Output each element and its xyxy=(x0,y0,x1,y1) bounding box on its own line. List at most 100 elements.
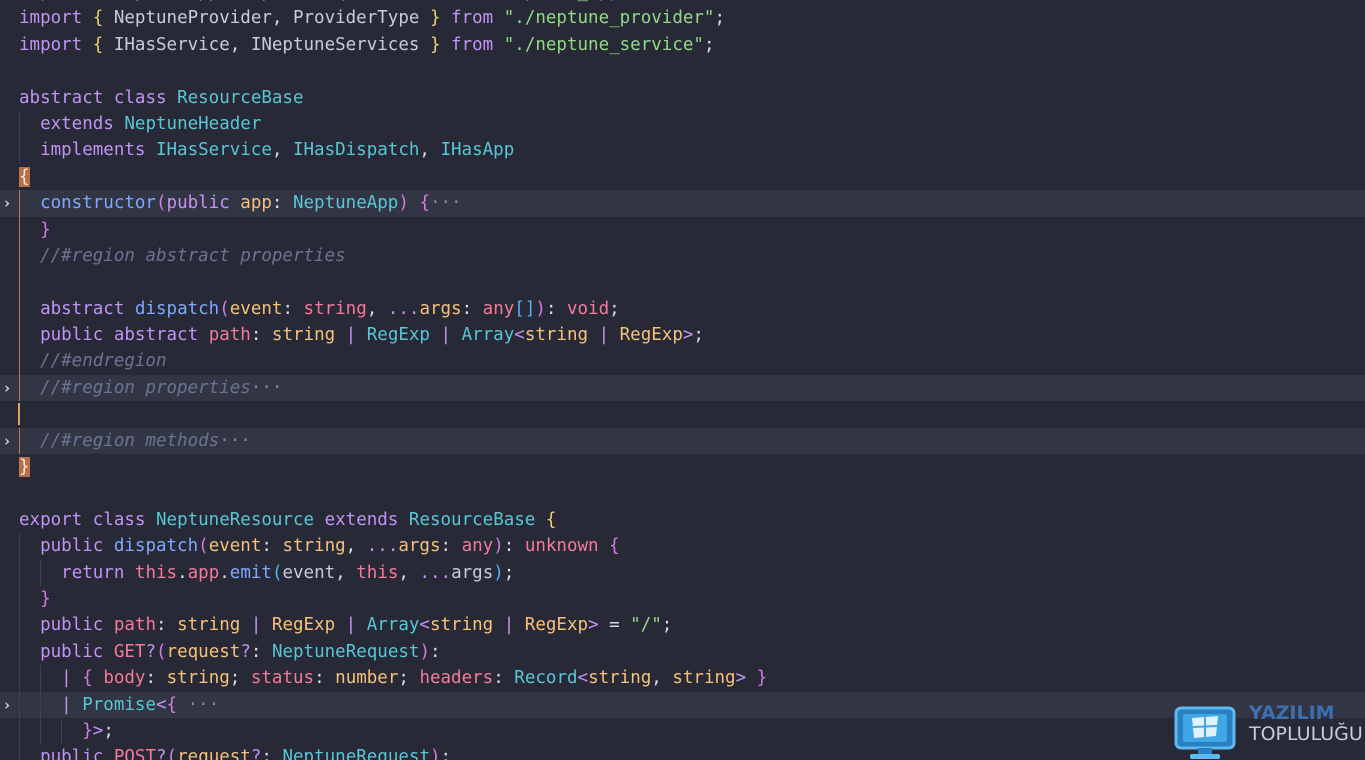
code-text: public POST?(request?: NeptuneRequest): xyxy=(19,744,451,760)
code-line[interactable] xyxy=(0,58,1365,84)
code-token: any xyxy=(461,536,494,557)
fold-chevron-icon[interactable]: › xyxy=(0,190,14,216)
code-text: } xyxy=(19,586,51,612)
code-token: NeptuneRequest xyxy=(282,747,430,760)
code-line[interactable]: //#region abstract properties xyxy=(0,242,1365,270)
code-line[interactable]: abstract dispatch(event: string, ...args… xyxy=(0,295,1365,323)
code-token: : xyxy=(440,747,452,760)
code-token: { xyxy=(419,193,430,214)
code-line[interactable]: } xyxy=(0,216,1365,243)
code-line[interactable]: public POST?(request?: NeptuneRequest): xyxy=(0,744,1365,760)
code-line[interactable] xyxy=(0,480,1365,506)
code-token: public xyxy=(40,536,104,557)
code-token: import xyxy=(19,34,83,55)
code-text: public GET?(request?: NeptuneRequest): xyxy=(19,639,441,665)
code-line[interactable]: › constructor(public app: NeptuneApp) {·… xyxy=(0,190,1365,217)
code-line[interactable]: › //#region properties··· xyxy=(0,374,1365,402)
code-token: void xyxy=(566,298,610,319)
code-line[interactable]: implements IHasService, IHasDispatch, IH… xyxy=(0,137,1365,164)
code-token: args xyxy=(451,562,494,583)
code-token: extends xyxy=(40,113,114,134)
code-token: "/" xyxy=(630,615,662,636)
code-token: //#region properties xyxy=(40,377,251,398)
code-token: { xyxy=(92,34,104,55)
code-token: : xyxy=(250,641,272,662)
code-token: } xyxy=(19,457,30,478)
code-token: ... xyxy=(366,536,399,557)
code-token: implements xyxy=(40,140,146,161)
code-line[interactable]: public path: string | RegExp | Array<str… xyxy=(0,612,1365,639)
code-token: { xyxy=(609,536,620,557)
code-token: from xyxy=(419,0,461,2)
code-token: > xyxy=(92,720,104,741)
code-token: request xyxy=(166,641,241,662)
code-line[interactable]: export class NeptuneResource extends Res… xyxy=(0,507,1365,533)
code-line[interactable]: } xyxy=(0,454,1365,480)
code-token: RegExp xyxy=(366,325,430,346)
code-token: string xyxy=(271,325,336,346)
code-token: NeptuneResource xyxy=(156,509,315,530)
code-token: : xyxy=(261,536,283,557)
code-token: , xyxy=(398,562,420,583)
code-token: ( xyxy=(166,747,178,760)
fold-chevron-icon[interactable]: › xyxy=(0,428,14,454)
code-line[interactable]: › | Promise<{ ··· xyxy=(0,691,1365,718)
code-token: RegExp xyxy=(271,615,336,636)
code-line[interactable] xyxy=(0,269,1365,296)
code-line[interactable]: { xyxy=(0,164,1365,190)
code-token: | xyxy=(61,668,83,689)
code-token: //#endregion xyxy=(40,351,167,372)
code-line[interactable]: abstract class ResourceBase xyxy=(0,85,1365,111)
code-token: //#region abstract properties xyxy=(40,245,346,266)
code-token: { xyxy=(545,509,557,530)
code-token: path xyxy=(113,615,156,636)
code-token: ( xyxy=(271,562,283,583)
code-token: ? xyxy=(240,641,251,662)
code-token: | xyxy=(588,325,620,346)
watermark-logo: YAZILIM TOPLULUĞU xyxy=(1172,698,1365,760)
code-line[interactable]: return this.app.emit(event, this, ...arg… xyxy=(0,559,1365,586)
code-token: } xyxy=(756,668,768,689)
code-token: < xyxy=(514,325,525,346)
code-line[interactable]: }>; xyxy=(0,717,1365,745)
code-line[interactable]: public abstract path: string | RegExp | … xyxy=(0,322,1365,349)
code-token: : xyxy=(430,641,441,662)
code-token: string xyxy=(282,536,346,557)
code-line[interactable] xyxy=(0,401,1365,427)
code-line[interactable]: public dispatch(event: string, ...args: … xyxy=(0,533,1365,560)
code-line[interactable]: import { NeptuneProvider, ProviderType }… xyxy=(0,5,1365,31)
code-token: status xyxy=(250,668,315,689)
code-editor[interactable]: import { NeptuneApp, NeptuneRequest } fr… xyxy=(0,0,1365,760)
code-line[interactable]: } xyxy=(0,585,1365,613)
code-token: app xyxy=(240,193,272,214)
code-token: ... xyxy=(419,562,452,583)
code-line[interactable]: //#endregion xyxy=(0,348,1365,375)
code-text: abstract dispatch(event: string, ...args… xyxy=(19,296,620,322)
code-line[interactable]: import { IHasService, INeptuneServices }… xyxy=(0,32,1365,58)
fold-chevron-icon[interactable]: › xyxy=(0,692,14,718)
code-token: abstract xyxy=(40,298,125,319)
code-line[interactable]: extends NeptuneHeader xyxy=(0,110,1365,138)
code-line[interactable]: › //#region methods··· xyxy=(0,427,1365,455)
code-text: //#region abstract properties xyxy=(19,243,346,269)
code-line[interactable]: | { body: string; status: number; header… xyxy=(0,665,1365,692)
code-token: : xyxy=(261,747,283,760)
code-line[interactable]: public GET?(request?: NeptuneRequest): xyxy=(0,638,1365,666)
code-token: ) xyxy=(398,193,409,214)
code-token: ; xyxy=(229,668,251,689)
code-token: , xyxy=(335,562,357,583)
fold-chevron-icon[interactable]: › xyxy=(0,375,14,401)
